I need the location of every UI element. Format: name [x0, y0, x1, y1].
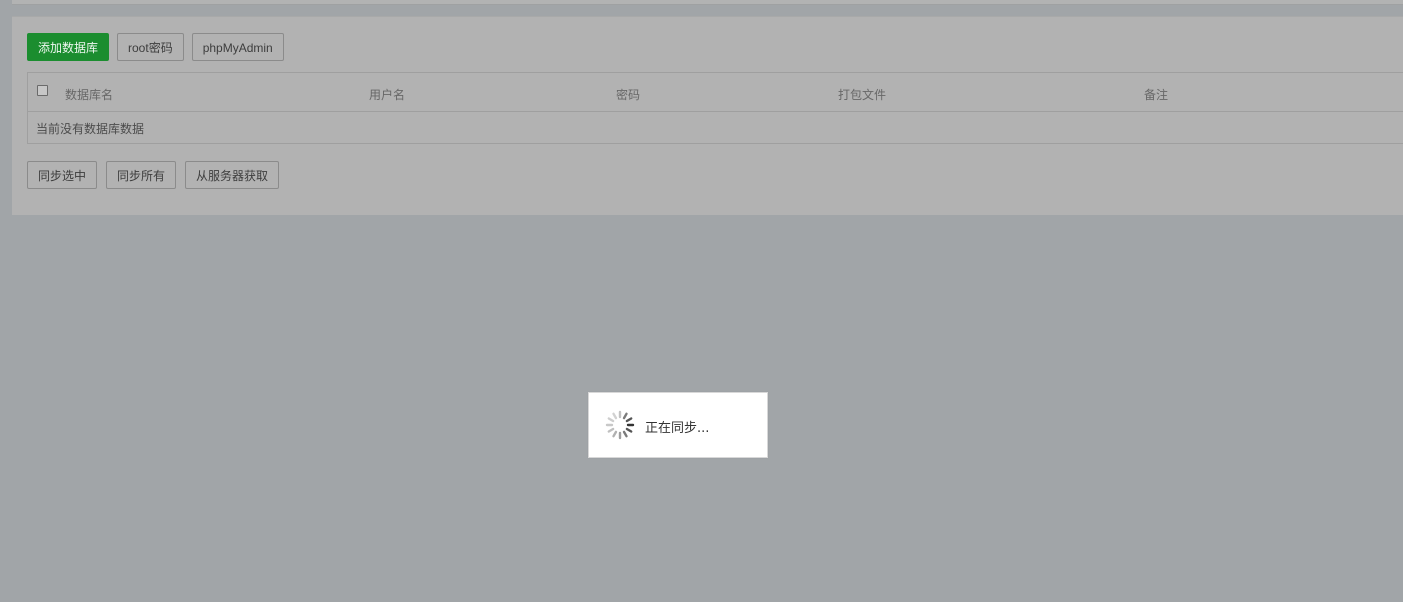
column-password: 密码	[616, 88, 641, 102]
empty-table-message: 当前没有数据库数据	[36, 122, 145, 136]
add-database-button[interactable]: 添加数据库	[27, 33, 110, 61]
fetch-from-server-button[interactable]: 从服务器获取	[185, 161, 280, 189]
select-all-checkbox[interactable]	[37, 85, 48, 96]
column-database-name: 数据库名	[65, 88, 114, 102]
root-password-button[interactable]: root密码	[117, 33, 184, 61]
table-header: 数据库名 用户名 密码 打包文件 备注	[28, 73, 1403, 112]
sync-selected-button[interactable]: 同步选中	[27, 161, 98, 189]
top-panel-edge	[12, 0, 1403, 5]
phpmyadmin-button[interactable]: phpMyAdmin	[191, 33, 284, 61]
column-notes: 备注	[1144, 88, 1169, 102]
sync-all-button[interactable]: 同步所有	[106, 161, 177, 189]
database-table: 数据库名 用户名 密码 打包文件 备注 当前没有数据库数据	[27, 72, 1403, 144]
loading-dialog: 正在同步...	[588, 392, 768, 458]
top-toolbar: 添加数据库 root密码 phpMyAdmin	[27, 33, 284, 63]
column-username: 用户名	[369, 88, 406, 102]
bottom-toolbar: 同步选中 同步所有 从服务器获取	[27, 161, 280, 189]
spinner-icon	[605, 410, 635, 440]
column-backup-file: 打包文件	[838, 88, 887, 102]
database-panel: 添加数据库 root密码 phpMyAdmin 数据库名 用户名 密码 打包文件…	[12, 16, 1403, 215]
database-page: 添加数据库 root密码 phpMyAdmin 数据库名 用户名 密码 打包文件…	[0, 0, 1403, 602]
loading-message: 正在同步...	[645, 421, 710, 436]
